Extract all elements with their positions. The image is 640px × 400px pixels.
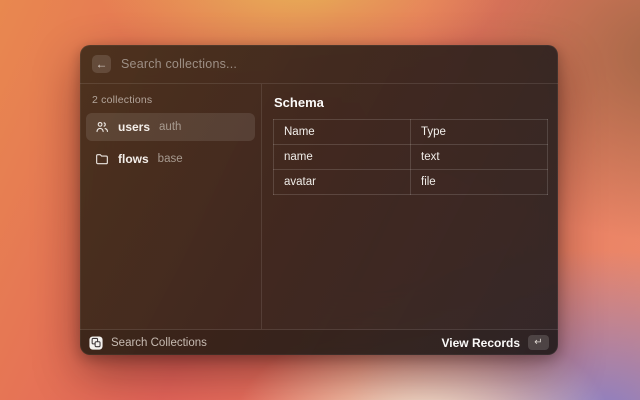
sidebar-item-users[interactable]: users auth [86, 113, 255, 141]
schema-cell-type: file [411, 170, 548, 195]
schema-cell-type: text [411, 145, 548, 170]
schema-row: avatar file [274, 170, 548, 195]
app-logo-icon [89, 336, 103, 350]
search-input[interactable] [121, 57, 546, 71]
sidebar-item-badge: auth [159, 121, 181, 133]
sidebar-item-label: flows [118, 152, 149, 166]
search-bar: ← [80, 45, 558, 83]
schema-col-type: Type [411, 120, 548, 145]
collections-count-label: 2 collections [92, 94, 255, 106]
sidebar-item-flows[interactable]: flows base [86, 145, 255, 173]
schema-col-name: Name [274, 120, 411, 145]
view-records-label: View Records [442, 336, 520, 350]
schema-cell-name: name [274, 145, 411, 170]
content-area: 2 collections users auth [80, 84, 558, 329]
schema-title: Schema [274, 95, 548, 110]
command-palette-window: ← 2 collections users auth [80, 45, 558, 355]
back-arrow-icon: ← [96, 58, 108, 70]
back-button[interactable]: ← [92, 55, 111, 73]
sidebar-item-label: users [118, 120, 150, 134]
enter-key-icon: ↵ [528, 335, 549, 350]
users-icon [95, 120, 109, 134]
collections-sidebar: 2 collections users auth [80, 84, 261, 329]
footer-app-label: Search Collections [111, 337, 434, 349]
detail-panel: Schema Name Type name text avatar file [262, 84, 558, 329]
sidebar-item-badge: base [158, 153, 183, 165]
schema-table: Name Type name text avatar file [273, 119, 548, 195]
schema-cell-name: avatar [274, 170, 411, 195]
view-records-button[interactable]: View Records ↵ [442, 335, 549, 350]
folder-icon [95, 152, 109, 166]
schema-header-row: Name Type [274, 120, 548, 145]
footer-bar: Search Collections View Records ↵ [80, 330, 558, 355]
schema-row: name text [274, 145, 548, 170]
